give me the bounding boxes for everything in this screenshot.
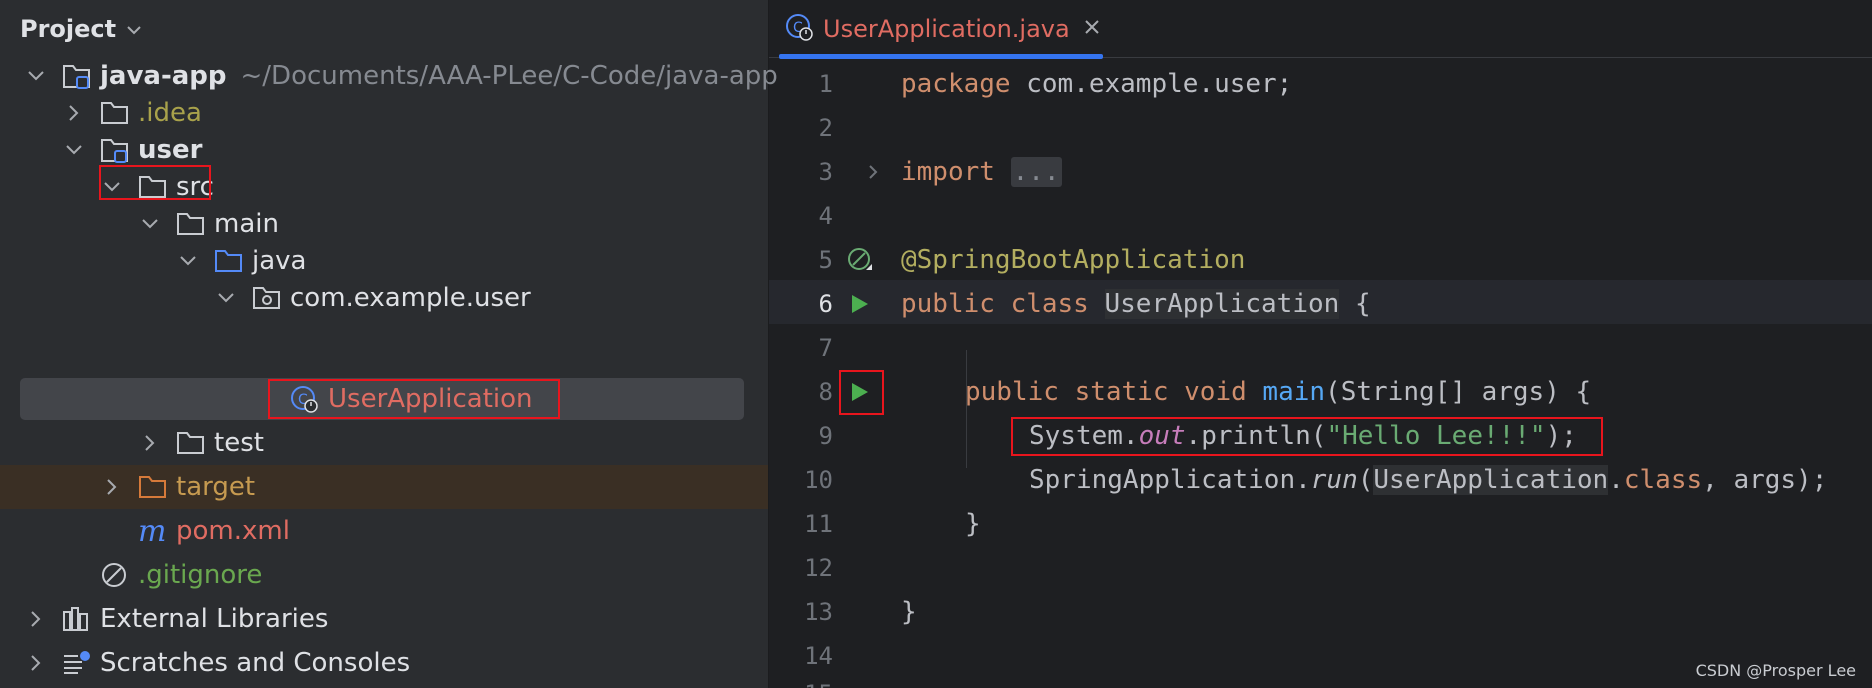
code-line-9[interactable]: public static void main(String[] args) {	[965, 370, 1591, 414]
tree-label: pom.xml	[176, 516, 290, 546]
code-line-14[interactable]: }	[901, 590, 917, 634]
code-line-11[interactable]: SpringApplication.run(UserApplication.cl…	[1029, 458, 1827, 502]
fold-chevron-right-icon[interactable]	[865, 150, 881, 194]
code-line-7[interactable]: public class UserApplication {	[901, 282, 1371, 326]
line-number: 7	[818, 334, 833, 362]
chevron-down-icon[interactable]	[62, 128, 86, 172]
project-panel-title: Project	[20, 15, 117, 43]
chevron-down-icon[interactable]	[126, 21, 142, 40]
tree-label: target	[176, 472, 256, 502]
scratches-icon	[62, 641, 96, 685]
close-icon[interactable]	[1084, 19, 1100, 39]
tree-label: .gitignore	[138, 560, 263, 590]
excluded-folder-icon	[138, 465, 172, 509]
chevron-right-icon[interactable]	[24, 641, 48, 685]
line-number: 11	[804, 510, 833, 538]
tree-row-scratches[interactable]: Scratches and Consoles	[0, 641, 768, 685]
tree-row-package[interactable]: com.example.user	[0, 276, 768, 320]
tree-label: Scratches and Consoles	[100, 648, 411, 678]
tree-label: main	[214, 209, 279, 239]
method-name: main	[1262, 377, 1326, 407]
tab-label: UserApplication.java	[823, 15, 1070, 43]
tree-row-external-libraries[interactable]: External Libraries	[0, 597, 768, 641]
code-text: (	[1357, 465, 1374, 495]
line-number: 3	[818, 158, 833, 186]
editor-tab-bar: C UserApplication.java	[769, 0, 1872, 59]
chevron-down-icon[interactable]	[176, 239, 200, 283]
tree-label: java	[252, 246, 307, 276]
line-number: 15	[769, 672, 833, 688]
package-icon	[252, 276, 286, 320]
project-panel-header[interactable]: Project	[0, 0, 768, 58]
highlight-box	[1011, 417, 1603, 456]
class-name: UserApplication	[1373, 465, 1609, 495]
code-line-12[interactable]: }	[965, 502, 981, 546]
line-number: 4	[818, 202, 833, 230]
tree-label: java-app	[100, 61, 227, 91]
line-number: 5	[818, 246, 833, 274]
keyword: import	[901, 157, 995, 187]
library-icon	[62, 597, 96, 641]
keyword: package	[901, 69, 1011, 99]
active-tab-indicator	[779, 54, 1103, 59]
spring-bean-icon[interactable]	[843, 238, 877, 282]
line-number: 6	[818, 290, 833, 318]
line-number: 2	[818, 114, 833, 142]
highlight-box	[99, 165, 211, 200]
tree-label: .idea	[138, 98, 202, 128]
line-number: 8	[818, 378, 833, 406]
ignore-file-icon	[100, 553, 134, 597]
line-number: 10	[804, 466, 833, 494]
line-number: 12	[804, 554, 833, 582]
tab-user-application[interactable]: C UserApplication.java	[777, 0, 1103, 59]
project-panel: Project java-app ~/Documents/AAA-PLee/C-…	[0, 0, 778, 688]
keyword: public static void	[965, 377, 1247, 407]
keyword: class	[1623, 465, 1703, 495]
class-name: UserApplication	[1104, 289, 1340, 319]
project-path: ~/Documents/AAA-PLee/C-Code/java-app	[240, 61, 778, 91]
run-icon[interactable]	[843, 282, 877, 326]
line-number: 9	[818, 422, 833, 450]
code-line-6[interactable]: @SpringBootApplication	[901, 238, 1245, 282]
line-number: 13	[804, 598, 833, 626]
line-number: 1	[818, 70, 833, 98]
code-text: SpringApplication.	[1029, 465, 1311, 495]
chevron-down-icon[interactable]	[24, 54, 48, 98]
code-text: com.example.user;	[1010, 69, 1293, 99]
editor-panel: C UserApplication.java 1 2 3 4 5 6 7 8 9…	[768, 0, 1872, 688]
folder-icon	[176, 421, 210, 465]
chevron-right-icon[interactable]	[138, 421, 162, 465]
code-text: , args);	[1702, 465, 1828, 495]
spring-boot-class-icon: C	[785, 12, 815, 46]
tree-row-test[interactable]: test	[0, 421, 768, 465]
code-text: {	[1339, 289, 1371, 319]
watermark: CSDN @Prosper Lee	[1695, 661, 1856, 680]
chevron-right-icon[interactable]	[100, 465, 124, 509]
method-name: run	[1310, 465, 1358, 495]
tree-label: com.example.user	[290, 283, 531, 313]
tree-row-gitignore[interactable]: .gitignore	[0, 553, 768, 597]
chevron-right-icon[interactable]	[24, 597, 48, 641]
chevron-down-icon[interactable]	[214, 276, 238, 320]
code-text: .	[1608, 465, 1624, 495]
tree-label: External Libraries	[100, 604, 329, 634]
code-line-1[interactable]: package com.example.user;	[901, 62, 1292, 106]
folded-imports[interactable]: ...	[1010, 157, 1062, 187]
keyword: public class	[901, 289, 1089, 319]
highlight-box	[268, 379, 560, 419]
tree-row-target[interactable]: target	[0, 465, 768, 509]
code-text: (String[] args) {	[1325, 377, 1592, 407]
tree-label: test	[214, 428, 264, 458]
tree-row-pom[interactable]: m pom.xml	[0, 509, 768, 553]
maven-icon-glyph: m	[138, 513, 167, 549]
tree-label: user	[138, 135, 203, 165]
chevron-down-icon[interactable]	[138, 202, 162, 246]
code-line-3[interactable]: import ...	[901, 150, 1062, 194]
maven-icon: m	[138, 509, 172, 553]
highlight-box	[839, 370, 884, 415]
